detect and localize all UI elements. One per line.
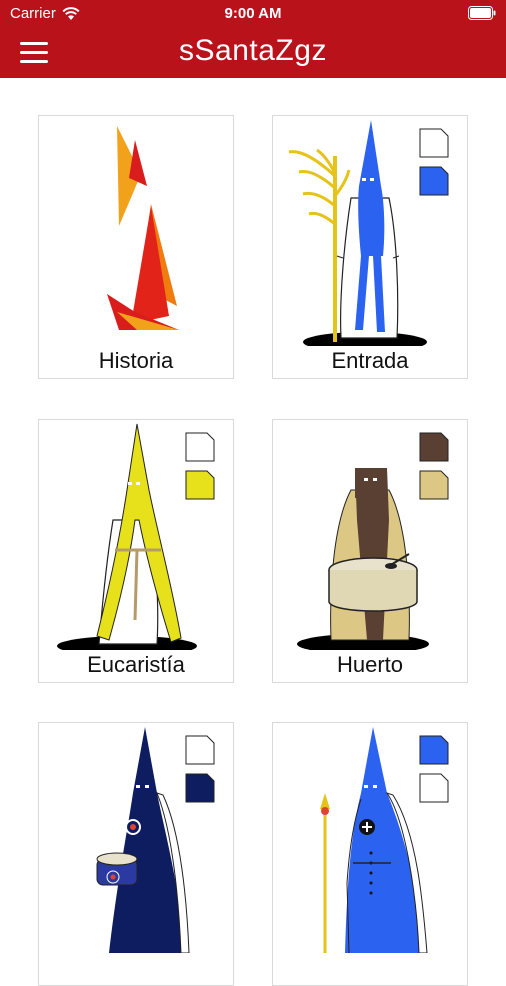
swatch-fill <box>419 470 449 500</box>
swatch-fill <box>185 773 215 803</box>
battery-icon <box>468 6 496 20</box>
color-swatch-1 <box>419 128 449 158</box>
card-historia[interactable]: Historia <box>38 115 234 379</box>
swatch-fill <box>185 470 215 500</box>
color-swatch-1 <box>185 735 215 765</box>
card-label: Eucaristía <box>87 652 185 677</box>
status-bar: Carrier 9:00 AM <box>0 0 506 28</box>
color-swatch-2 <box>185 470 215 500</box>
color-swatch-2 <box>419 166 449 196</box>
swatch-fill <box>419 735 449 765</box>
historia-logo <box>107 126 179 330</box>
card-label: Entrada <box>331 348 409 373</box>
swatch-fill <box>419 128 449 158</box>
swatch-fill <box>185 432 215 462</box>
card-entrada[interactable]: Entrada <box>272 115 468 379</box>
color-swatch-2 <box>419 773 449 803</box>
swatch-fill <box>419 166 449 196</box>
color-swatch-1 <box>419 432 449 462</box>
card-eucaristia[interactable]: Eucaristía <box>38 419 234 683</box>
swatch-fill <box>185 735 215 765</box>
color-swatch-2 <box>185 773 215 803</box>
card-label: Huerto <box>336 652 404 677</box>
color-swatch-2 <box>419 470 449 500</box>
card-huerto[interactable]: Huerto <box>272 419 468 683</box>
swatch-fill <box>419 432 449 462</box>
card-label: Historia <box>98 348 174 373</box>
top-bar: Carrier 9:00 AM sSantaZgz <box>0 0 506 78</box>
navigation-bar: sSantaZgz <box>0 28 506 78</box>
app-title: sSantaZgz <box>179 34 327 67</box>
card-cofradia-5[interactable] <box>38 722 234 986</box>
color-swatch-1 <box>419 735 449 765</box>
color-swatch-1 <box>185 432 215 462</box>
swatch-fill <box>419 773 449 803</box>
clock: 9:00 AM <box>224 5 282 22</box>
card-cofradia-6[interactable] <box>272 722 468 986</box>
